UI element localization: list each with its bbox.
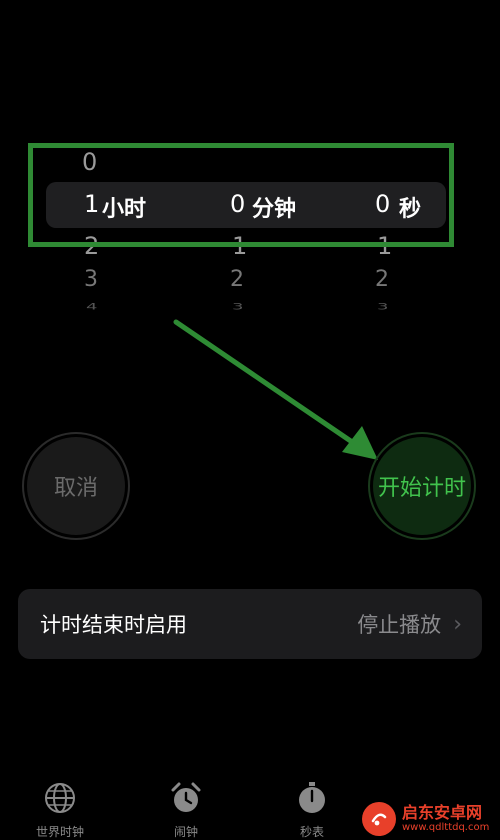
cancel-button[interactable]: 取消 (22, 432, 130, 540)
tab-stopwatch-label: 秒表 (299, 825, 324, 839)
cancel-button-label: 取消 (27, 437, 125, 535)
annotation-arrow-icon (173, 319, 378, 460)
globe-icon (45, 783, 75, 813)
chevron-right-icon: › (453, 611, 462, 637)
tab-world-clock-label: 世界时钟 (35, 825, 84, 839)
watermark-logo-icon (362, 801, 396, 836)
watermark-logo: 启东安卓网 www.qdlttdq.com (362, 798, 500, 839)
start-timer-button[interactable]: 开始计时 (368, 432, 476, 540)
timer-end-value-group: 停止播放 › (357, 609, 462, 639)
tab-alarm-label: 闹钟 (173, 825, 198, 839)
tab-stopwatch[interactable]: 秒表 (262, 775, 362, 840)
alarm-clock-icon (171, 782, 201, 812)
timer-end-sound-row[interactable]: 计时结束时启用 停止播放 › (18, 589, 482, 659)
timer-end-value: 停止播放 (357, 613, 442, 637)
watermark-title: 启东安卓网 (402, 803, 483, 823)
start-button-label: 开始计时 (373, 437, 471, 535)
timer-end-label: 计时结束时启用 (40, 613, 187, 637)
watermark-url: www.qdlttdq.com (402, 821, 490, 833)
stopwatch-icon (299, 782, 325, 813)
tab-alarm[interactable]: 闹钟 (136, 775, 236, 840)
tab-world-clock[interactable]: 世界时钟 (10, 775, 110, 840)
